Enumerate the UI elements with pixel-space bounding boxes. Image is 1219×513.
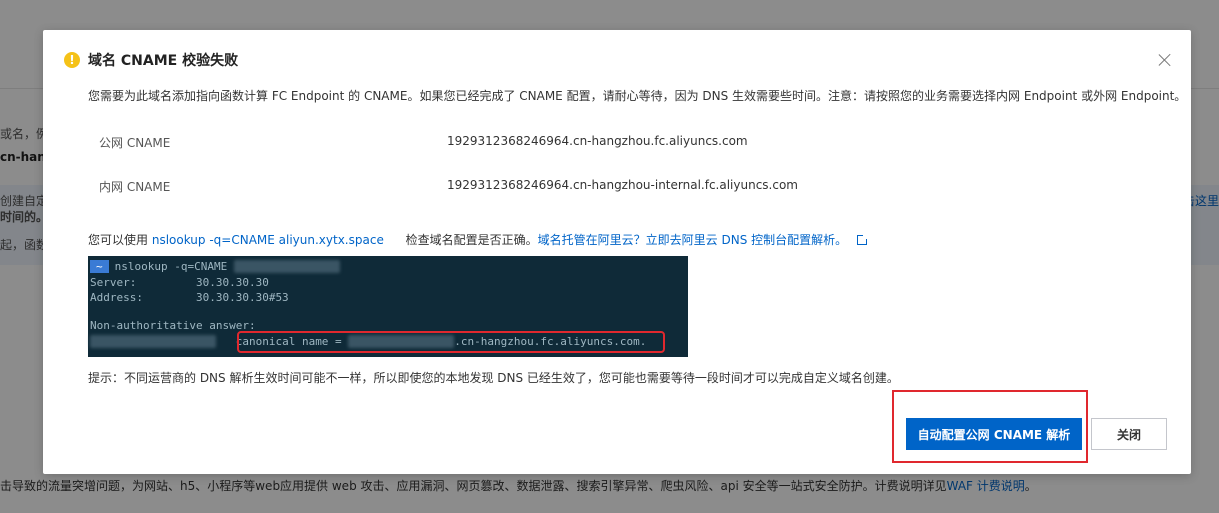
server-label: Server: <box>90 276 137 289</box>
cname-value: 1929312368246964.cn-hangzhou.fc.aliyuncs… <box>447 134 748 148</box>
dialog-tip: 提示：不同运营商的 DNS 解析生效时间可能不一样，所以即使您的本地发现 DNS… <box>88 371 899 385</box>
redacted-domain: xxxxxxxxxxxxxxxx <box>233 260 340 273</box>
terminal-command-line: ~ nslookup -q=CNAME xxxxxxxxxxxxxxxx <box>90 260 340 273</box>
terminal-server-line: Server: 30.30.30.30 <box>90 276 269 289</box>
close-button[interactable]: 关闭 <box>1091 418 1167 450</box>
dns-console-link[interactable]: 域名托管在阿里云？立即去阿里云 DNS 控制台配置解析。 <box>538 233 847 247</box>
external-link-icon[interactable] <box>857 234 869 245</box>
terminal-screenshot: ~ nslookup -q=CNAME xxxxxxxxxxxxxxxx Serv… <box>88 256 688 357</box>
cname-label: 公网 CNAME <box>99 136 171 150</box>
cname-table: 公网 CNAME 1929312368246964.cn-hangzhou.fc… <box>88 120 1144 208</box>
terminal-command: nslookup -q=CNAME <box>114 260 234 273</box>
dialog-title: 域名 CNAME 校验失败 <box>88 53 239 69</box>
terminal-nonauth-line: Non-authoritative answer: <box>90 319 256 332</box>
address-value: 30.30.30.30#53 <box>195 291 289 304</box>
cname-row-internal: 内网 CNAME 1929312368246964.cn-hangzhou-in… <box>88 164 1144 208</box>
nslookup-command: nslookup -q=CNAME aliyun.xytx.space <box>151 233 384 247</box>
address-label: Address: <box>90 291 143 304</box>
nslookup-hint: 您可以使用 nslookup -q=CNAME aliyun.xytx.spac… <box>88 231 869 248</box>
redacted-domain: xxxxxxxxxxxxxxxxxxx <box>90 335 216 348</box>
terminal-prompt: ~ <box>90 260 109 273</box>
terminal-address-line: Address: 30.30.30.30#53 <box>90 291 289 304</box>
annotation-highlight-box <box>892 390 1088 463</box>
cname-value: 1929312368246964.cn-hangzhou-internal.fc… <box>447 178 798 192</box>
cname-row-public: 公网 CNAME 1929312368246964.cn-hangzhou.fc… <box>88 120 1144 164</box>
nslookup-prefix: 您可以使用 <box>88 233 149 247</box>
highlight-box <box>237 331 665 353</box>
close-icon[interactable] <box>1158 53 1172 67</box>
cname-verify-dialog: ! 域名 CNAME 校验失败 您需要为此域名添加指向函数计算 FC Endpo… <box>43 30 1191 474</box>
cname-label: 内网 CNAME <box>99 180 171 194</box>
dialog-description: 您需要为此域名添加指向函数计算 FC Endpoint 的 CNAME。如果您已… <box>88 89 1187 103</box>
nslookup-middle: 检查域名配置是否正确。 <box>405 233 538 247</box>
server-value: 30.30.30.30 <box>195 276 269 289</box>
warning-icon: ! <box>64 52 80 68</box>
